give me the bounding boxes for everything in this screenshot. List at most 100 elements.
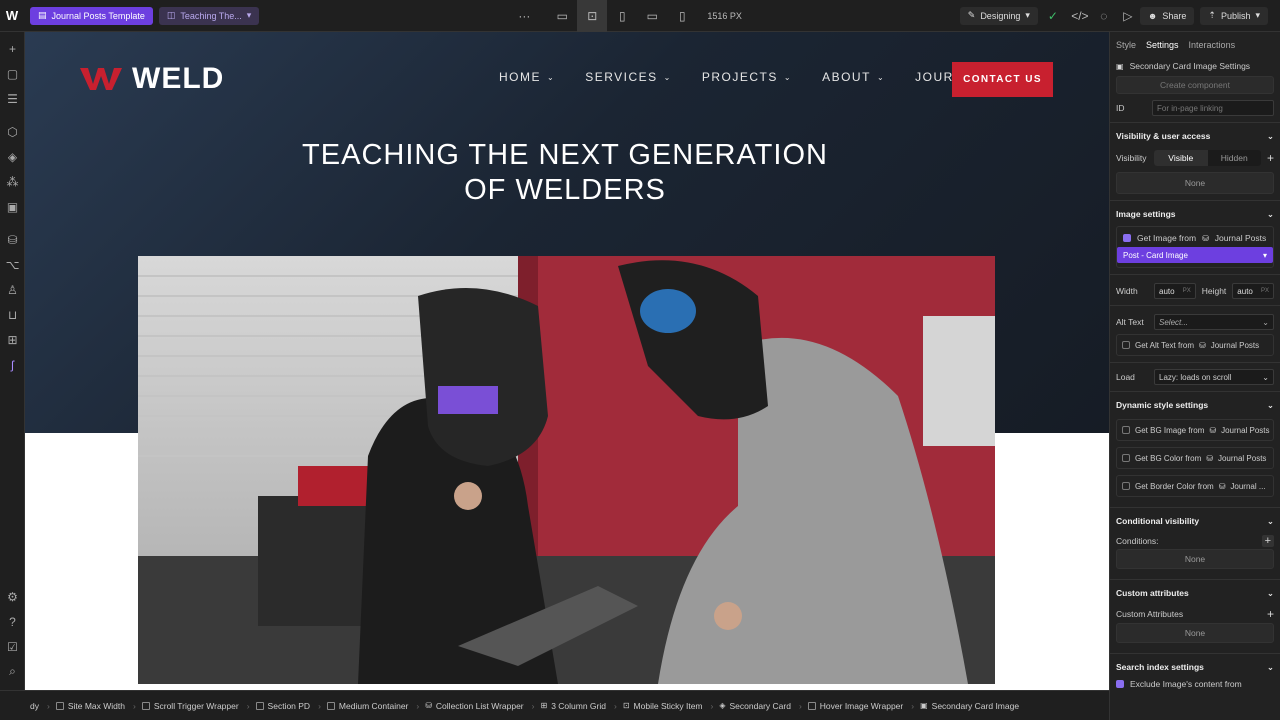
breadcrumb-item[interactable]: Medium Container ›: [326, 701, 419, 711]
alt-text-select[interactable]: Select... ⌄: [1154, 314, 1274, 330]
collection-item-label: Teaching The...: [180, 10, 242, 21]
chevron-down-icon: ⌄: [1262, 317, 1269, 327]
breadcrumb-item[interactable]: Hover Image Wrapper ›: [807, 700, 914, 711]
get-image-checkbox[interactable]: [1123, 234, 1131, 242]
settings-icon[interactable]: ⚙: [0, 584, 25, 609]
share-button[interactable]: ☻ Share: [1139, 6, 1195, 25]
id-input[interactable]: For in-page linking: [1152, 100, 1274, 116]
get-border-color-checkbox[interactable]: [1122, 482, 1130, 490]
breadcrumb-item-current[interactable]: ▣ Secondary Card Image: [920, 701, 1019, 711]
help-icon[interactable]: ?: [0, 609, 25, 634]
chevron-down-icon[interactable]: ⌄: [1267, 662, 1274, 673]
chevron-down-icon[interactable]: ⌄: [1267, 588, 1274, 599]
get-bg-color-checkbox[interactable]: [1122, 454, 1130, 462]
chevron-down-icon[interactable]: ⌄: [1267, 400, 1274, 411]
mode-selector[interactable]: ✎ Designing ▾: [959, 6, 1038, 25]
apps-icon[interactable]: ⊞: [0, 327, 25, 352]
code-icon[interactable]: </>: [1068, 0, 1092, 32]
nav-item-about[interactable]: ABOUT ⌄: [822, 70, 885, 84]
large-breakpoint-icon[interactable]: ⊡: [577, 0, 608, 32]
styles-icon[interactable]: ⁂: [0, 169, 25, 194]
breadcrumb: dy › Site Max Width › Scroll Trigger Wrapp…: [0, 690, 1109, 720]
mobile-portrait-breakpoint-icon[interactable]: ▯: [667, 0, 697, 32]
publish-button[interactable]: ⇡ Publish ▾: [1200, 6, 1268, 25]
collection-name: Journal Posts: [1217, 453, 1267, 463]
variables-icon[interactable]: ◈: [0, 144, 25, 169]
plus-icon[interactable]: +: [1267, 607, 1274, 621]
chevron-down-icon[interactable]: ⌄: [1267, 516, 1274, 527]
custom-attributes-box[interactable]: None: [1116, 623, 1274, 643]
width-input[interactable]: auto PX: [1154, 283, 1196, 299]
chevron-down-icon[interactable]: ⌄: [1267, 131, 1274, 142]
nav-item-projects[interactable]: PROJECTS ⌄: [702, 70, 792, 84]
audit-check-icon[interactable]: ☑: [0, 634, 25, 659]
nav-item-home[interactable]: HOME ⌄: [499, 70, 555, 84]
grid-icon: ⊞: [540, 701, 548, 710]
chevron-right-icon: ›: [614, 700, 617, 711]
comment-icon[interactable]: ◌: [1092, 0, 1116, 32]
more-options-icon[interactable]: ···: [509, 0, 539, 32]
tab-style[interactable]: Style: [1116, 40, 1136, 58]
chevron-down-icon: ⌄: [783, 72, 793, 82]
breadcrumb-label: Hover Image Wrapper: [819, 700, 904, 711]
breadcrumb-item[interactable]: dy ›: [30, 701, 50, 711]
tab-interactions[interactable]: Interactions: [1189, 40, 1236, 58]
plus-icon[interactable]: +: [1261, 535, 1274, 547]
get-bg-image-checkbox[interactable]: [1122, 426, 1130, 434]
users-icon[interactable]: ♙: [0, 277, 25, 302]
nav-item-services[interactable]: SERVICES ⌄: [585, 70, 672, 84]
design-canvas[interactable]: WELD HOME ⌄ SERVICES ⌄ PROJECTS ⌄ ABOUT ⌄ JO…: [25, 32, 1109, 690]
interactions-icon[interactable]: ʃ: [0, 352, 25, 377]
exclude-checkbox[interactable]: [1116, 680, 1124, 688]
none-label: None: [1184, 178, 1206, 188]
ecommerce-icon[interactable]: ⊔: [0, 302, 25, 327]
navigator-icon[interactable]: ☰: [0, 86, 25, 111]
breadcrumb-item[interactable]: Scroll Trigger Wrapper ›: [141, 701, 250, 711]
components-icon[interactable]: ⬡: [0, 119, 25, 144]
preview-play-icon[interactable]: ▷: [1116, 0, 1140, 32]
database-icon: ⛁: [1209, 425, 1217, 435]
get-alt-checkbox[interactable]: [1122, 341, 1130, 349]
get-border-color-row[interactable]: Get Border Color from ⛁ Journal ...: [1116, 475, 1274, 497]
assets-icon[interactable]: ▣: [0, 194, 25, 219]
height-input[interactable]: auto PX: [1232, 283, 1275, 299]
add-panel-icon[interactable]: +: [0, 36, 25, 61]
search-icon[interactable]: ⌕: [0, 659, 25, 684]
breadcrumb-item[interactable]: Site Max Width ›: [55, 701, 136, 711]
secondary-card-image[interactable]: [138, 256, 995, 684]
visibility-conditions-box[interactable]: None: [1116, 172, 1274, 194]
site-logo[interactable]: WELD: [80, 62, 224, 96]
cms-icon[interactable]: ⛁: [0, 227, 25, 252]
tab-settings[interactable]: Settings: [1146, 40, 1179, 58]
collection-item-selector[interactable]: ◫ Teaching The... ▾: [158, 6, 260, 25]
nav-label: HOME: [499, 70, 541, 84]
image-field-select[interactable]: Post - Card Image ▾: [1117, 247, 1273, 263]
left-toolbar: + ▢ ☰ ⬡ ◈ ⁂ ▣ ⛁ ⌥ ♙ ⊔ ⊞ ʃ ⚙ ? ☑ ⌕ ▶: [0, 32, 25, 704]
breadcrumb-label: Mobile Sticky Item: [633, 700, 703, 711]
breadcrumb-item[interactable]: ⊞ 3 Column Grid ›: [540, 701, 616, 711]
visible-option[interactable]: Visible: [1154, 150, 1208, 166]
element-settings-title: Secondary Card Image Settings: [1129, 61, 1251, 71]
plus-icon[interactable]: +: [1267, 151, 1274, 165]
mobile-landscape-breakpoint-icon[interactable]: ▭: [637, 0, 667, 32]
breadcrumb-item[interactable]: Section PD ›: [255, 701, 321, 711]
breadcrumb-item[interactable]: ◈ Secondary Card ›: [719, 701, 801, 711]
breadcrumb-item[interactable]: ⊡ Mobile Sticky Item ›: [623, 701, 714, 711]
load-select[interactable]: Lazy: loads on scroll ⌄: [1154, 369, 1274, 385]
webflow-logo-icon[interactable]: W: [0, 0, 24, 32]
desktop-breakpoint-icon[interactable]: ▭: [547, 0, 577, 32]
logic-icon[interactable]: ⌥: [0, 252, 25, 277]
get-bg-image-row[interactable]: Get BG Image from ⛁ Journal Posts: [1116, 419, 1274, 441]
pages-icon[interactable]: ▢: [0, 61, 25, 86]
tablet-breakpoint-icon[interactable]: ▯: [607, 0, 637, 32]
hidden-option[interactable]: Hidden: [1208, 150, 1261, 166]
page-selector[interactable]: ▤ Journal Posts Template: [30, 6, 153, 25]
breadcrumb-item[interactable]: ⛁ Collection List Wrapper ›: [425, 701, 534, 711]
check-circle-icon[interactable]: ✓: [1038, 0, 1068, 32]
contact-us-button[interactable]: CONTACT US: [952, 62, 1053, 97]
conditions-box[interactable]: None: [1116, 549, 1274, 569]
create-component-button[interactable]: Create component: [1116, 76, 1274, 94]
get-alt-text-row[interactable]: Get Alt Text from ⛁ Journal Posts: [1116, 334, 1274, 356]
get-bg-color-row[interactable]: Get BG Color from ⛁ Journal Posts: [1116, 447, 1274, 469]
chevron-down-icon[interactable]: ⌄: [1267, 209, 1274, 220]
